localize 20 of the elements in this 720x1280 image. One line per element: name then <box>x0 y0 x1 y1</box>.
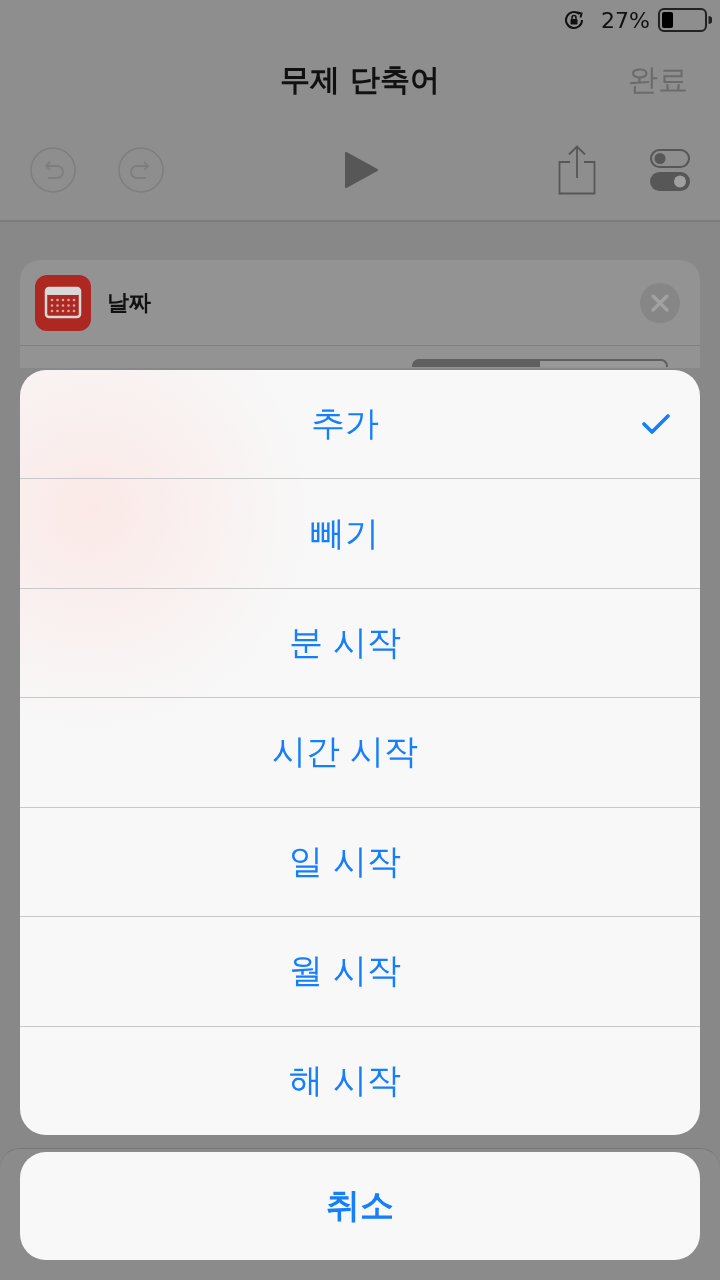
rotation-lock-icon <box>563 9 586 31</box>
calendar-app-icon <box>35 274 91 331</box>
close-icon[interactable] <box>640 282 680 323</box>
share-icon[interactable] <box>558 145 596 195</box>
option-item[interactable]: 분 시작 <box>20 587 700 698</box>
nav-title: 무제 단축어 <box>279 60 441 99</box>
option-item[interactable]: 일 시작 <box>20 806 700 917</box>
option-item[interactable]: 월 시작 <box>20 916 700 1026</box>
option-item[interactable]: 추가 <box>20 370 700 479</box>
option-item[interactable]: 해 시작 <box>20 1025 700 1135</box>
option-item[interactable]: 빼기 <box>20 478 700 588</box>
battery-icon <box>658 8 712 32</box>
toggles-icon[interactable] <box>650 149 690 191</box>
cancel-button[interactable]: 취소 <box>20 1152 700 1260</box>
battery-percentage: 27% <box>601 7 650 33</box>
segment[interactable] <box>540 359 668 367</box>
play-icon[interactable] <box>344 151 378 189</box>
checkmark-icon <box>642 413 670 436</box>
action-title: 날짜 <box>107 288 151 317</box>
option-item[interactable]: 시간 시작 <box>20 697 700 807</box>
